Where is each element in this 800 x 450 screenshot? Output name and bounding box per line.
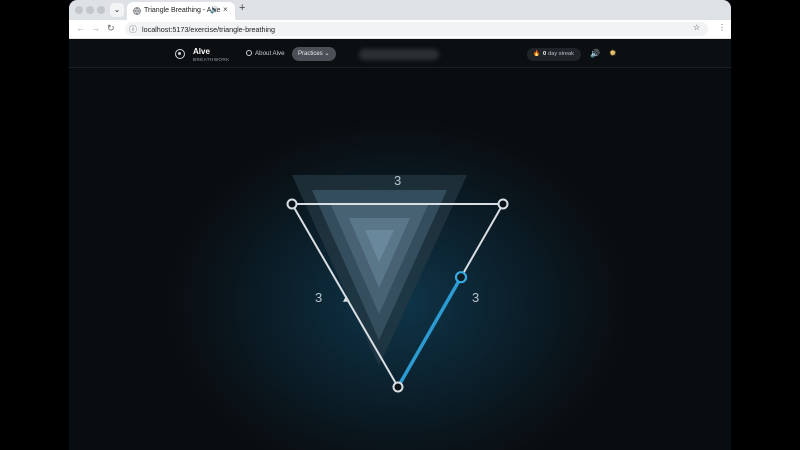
- breathing-triangle: [286, 175, 509, 393]
- browser-window: ⌄ Triangle Breathing - Alve 🔊 × + ← → ↻ …: [69, 0, 731, 450]
- back-button[interactable]: ←: [76, 23, 85, 33]
- tab-triangle-breathing[interactable]: Triangle Breathing - Alve 🔊 ×: [127, 2, 235, 20]
- vertex-bottom: [392, 381, 404, 393]
- forward-button[interactable]: →: [91, 23, 100, 33]
- progress-dot: [454, 271, 468, 284]
- tab-audio-icon[interactable]: 🔊: [210, 6, 219, 14]
- right-side-count: 3: [472, 290, 480, 305]
- site-info-icon[interactable]: ⓘ: [129, 24, 137, 35]
- tab-search-button[interactable]: ⌄: [110, 3, 124, 17]
- tab-close-icon[interactable]: ×: [223, 5, 228, 14]
- close-window-button[interactable]: [75, 6, 83, 14]
- app-page: Alve BREATHWORK About Alve Practices ⌄ 🔥…: [69, 40, 731, 450]
- globe-icon: [133, 7, 141, 15]
- vertex-top-left: [286, 198, 298, 210]
- vertex-top-right: [497, 198, 509, 210]
- reload-button[interactable]: ↻: [107, 23, 115, 34]
- address-bar[interactable]: ⓘ localhost:5173/exercise/triangle-breat…: [125, 22, 708, 36]
- left-side-count: 3: [315, 290, 323, 305]
- url-text[interactable]: localhost:5173/exercise/triangle-breathi…: [142, 25, 275, 34]
- tab-title: Triangle Breathing - Alve: [144, 7, 221, 14]
- new-tab-button[interactable]: +: [239, 2, 245, 14]
- minimize-window-button[interactable]: [86, 6, 94, 14]
- bookmark-star-icon[interactable]: ☆: [693, 23, 700, 32]
- top-side-count: 3: [394, 173, 402, 188]
- browser-menu-icon[interactable]: ⋮: [718, 23, 726, 32]
- browser-toolbar: ← → ↻ ⓘ localhost:5173/exercise/triangle…: [69, 20, 731, 39]
- maximize-window-button[interactable]: [97, 6, 105, 14]
- tab-strip: ⌄ Triangle Breathing - Alve 🔊 × +: [69, 0, 731, 20]
